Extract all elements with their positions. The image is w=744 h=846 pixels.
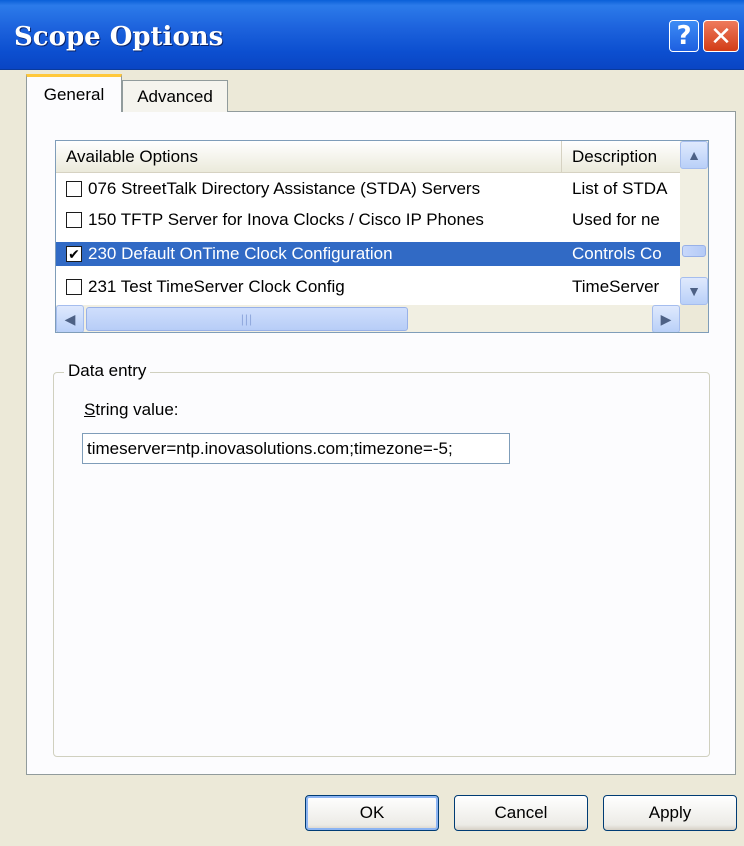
scroll-up-button[interactable]: ▲ [680, 141, 708, 169]
horizontal-scrollbar[interactable]: ◀ ||| ▶ [56, 305, 680, 332]
vertical-scroll-thumb[interactable] [682, 245, 706, 257]
cancel-button-label: Cancel [494, 803, 548, 822]
option-description: Used for ne [572, 210, 660, 229]
close-icon: ✕ [710, 20, 732, 51]
option-name: 076 StreetTalk Directory Assistance (STD… [88, 179, 481, 198]
checkmark-icon: ✔ [68, 246, 80, 262]
option-checkbox-076[interactable] [66, 181, 82, 197]
help-icon: ? [676, 21, 692, 51]
list-item[interactable]: 231 Test TimeServer Clock Config TimeSer… [56, 275, 680, 299]
string-value-accelerator: S [84, 400, 96, 419]
option-checkbox-230[interactable]: ✔ [66, 246, 82, 262]
chevron-left-icon: ◀ [64, 310, 76, 327]
string-value-label: String value: [84, 400, 179, 420]
list-header: Available Options Description [56, 141, 680, 173]
grip-icon: ||| [240, 312, 254, 326]
option-description: Controls Co [572, 244, 662, 263]
tab-advanced[interactable]: Advanced [122, 80, 228, 112]
data-entry-legend: Data entry [64, 361, 151, 381]
ok-button-label: OK [359, 803, 385, 822]
option-name: 230 Default OnTime Clock Configuration [88, 244, 393, 263]
tab-advanced-label: Advanced [137, 86, 213, 106]
list-item[interactable]: 076 StreetTalk Directory Assistance (STD… [56, 177, 680, 201]
data-entry-group [53, 372, 710, 757]
help-button[interactable]: ? [669, 20, 699, 52]
option-description: List of STDA [572, 179, 668, 198]
column-header-available-options[interactable]: Available Options [56, 141, 562, 173]
option-checkbox-150[interactable] [66, 212, 82, 228]
chevron-up-icon: ▲ [687, 147, 701, 163]
string-value-input[interactable] [82, 433, 510, 464]
scroll-left-button[interactable]: ◀ [56, 305, 84, 332]
column-header-description[interactable]: Description [562, 141, 680, 173]
option-description: TimeServer [572, 277, 660, 296]
apply-button-label: Apply [648, 803, 692, 822]
string-value-label-text: tring value: [95, 400, 179, 419]
apply-button[interactable]: Apply [603, 795, 737, 831]
window-title: Scope Options [14, 22, 224, 52]
chevron-down-icon: ▼ [687, 283, 701, 299]
list-item-selected[interactable]: ✔ 230 Default OnTime Clock Configuration… [56, 242, 680, 266]
option-name: 150 TFTP Server for Inova Clocks / Cisco… [88, 210, 484, 229]
title-bar[interactable]: Scope Options ? ✕ [0, 0, 744, 70]
scrollbar-corner [680, 305, 708, 332]
available-options-list[interactable]: Available Options Description 076 Street… [55, 140, 709, 333]
scroll-right-button[interactable]: ▶ [652, 305, 680, 332]
tab-general[interactable]: General [26, 74, 122, 112]
scroll-down-button[interactable]: ▼ [680, 277, 708, 305]
close-button[interactable]: ✕ [703, 20, 739, 52]
vertical-scrollbar[interactable]: ▲ ▼ [680, 141, 708, 305]
tab-general-label: General [43, 84, 105, 104]
horizontal-scroll-thumb[interactable]: ||| [86, 307, 408, 331]
ok-button[interactable]: OK [305, 795, 439, 831]
list-item[interactable]: 150 TFTP Server for Inova Clocks / Cisco… [56, 208, 680, 232]
option-name: 231 Test TimeServer Clock Config [88, 277, 345, 296]
chevron-right-icon: ▶ [660, 310, 672, 327]
option-checkbox-231[interactable] [66, 279, 82, 295]
cancel-button[interactable]: Cancel [454, 795, 588, 831]
